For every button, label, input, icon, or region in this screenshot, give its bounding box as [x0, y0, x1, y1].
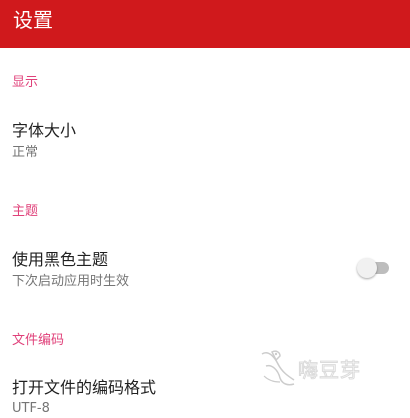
dark-theme-switch[interactable]: [357, 258, 391, 278]
section-header-display: 显示: [12, 75, 39, 90]
pref-dark-theme-summary: 下次启动应用时生效: [12, 274, 130, 289]
page-title: 设置: [13, 8, 53, 32]
pref-font-size-title: 字体大小: [12, 121, 77, 140]
pref-dark-theme[interactable]: 使用黑色主题 下次启动应用时生效: [0, 249, 410, 293]
pref-dark-theme-title: 使用黑色主题: [12, 250, 109, 269]
pref-font-size[interactable]: 字体大小 正常: [0, 120, 410, 164]
section-header-theme: 主题: [12, 204, 39, 219]
app-bar: 设置: [0, 0, 410, 48]
switch-thumb: [357, 258, 377, 278]
pref-open-file-encoding-summary: UTF-8: [12, 401, 50, 416]
watermark: 嗨豆芽: [258, 346, 388, 394]
pref-open-file-encoding-title: 打开文件的编码格式: [12, 378, 157, 397]
pref-font-size-summary: 正常: [12, 145, 39, 160]
watermark-text: 嗨豆芽: [298, 358, 361, 383]
bird-logo-icon: [261, 350, 295, 386]
section-header-file-encoding: 文件编码: [12, 333, 65, 348]
